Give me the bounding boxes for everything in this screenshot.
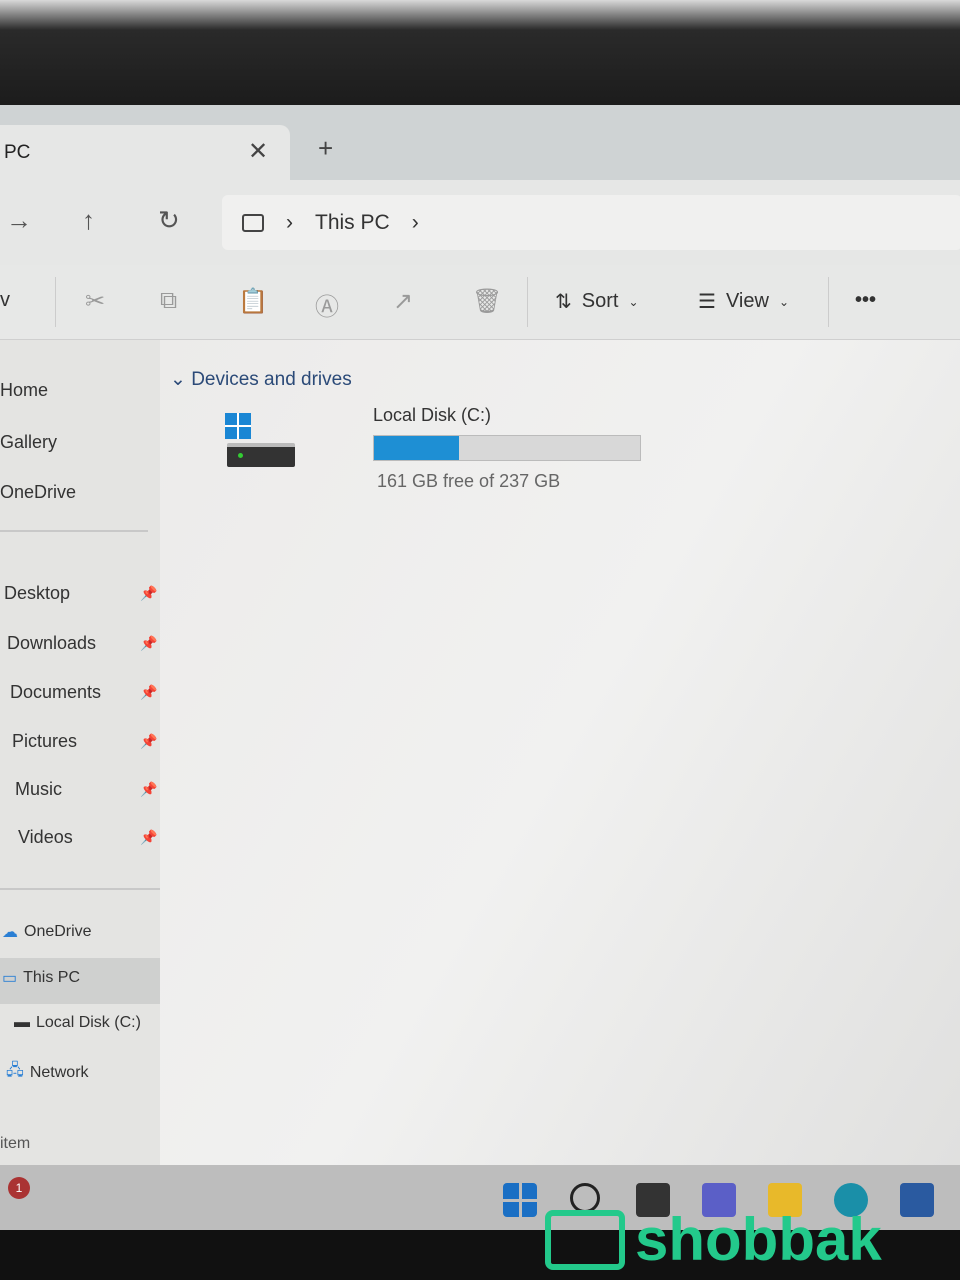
pin-icon[interactable]: 📌	[140, 635, 157, 652]
pin-icon[interactable]: 📌	[140, 829, 157, 846]
tab-title: PC	[4, 141, 31, 163]
paste-icon[interactable]: 📋	[238, 287, 268, 316]
monitor-icon: ▭	[2, 970, 18, 987]
breadcrumb-sep: ›	[411, 210, 419, 234]
sidebar-item-home[interactable]: Home	[0, 380, 48, 401]
breadcrumb-sep: ›	[286, 210, 293, 234]
share-icon[interactable]: ↗	[393, 287, 413, 316]
section-title: Devices and drives	[191, 369, 352, 390]
forward-icon[interactable]: →	[6, 205, 32, 236]
pin-icon[interactable]: 📌	[140, 585, 157, 602]
shobbak-watermark: shobbak	[545, 1205, 882, 1274]
sort-icon: ⇅	[555, 291, 572, 313]
view-icon: ☰	[698, 291, 716, 313]
chevron-down-icon: ⌄	[778, 294, 789, 309]
label: Videos	[18, 827, 73, 847]
divider	[527, 277, 528, 327]
new-tab-button[interactable]: +	[318, 133, 333, 164]
label: This PC	[23, 969, 81, 986]
monitor-icon	[242, 213, 264, 232]
label: Gallery	[0, 432, 58, 452]
label: Local Disk (C:)	[36, 1014, 141, 1031]
watermark-text: shobbak	[635, 1206, 882, 1273]
store-icon[interactable]	[900, 1183, 934, 1217]
sidebar-item-network[interactable]: 🖧 Network	[6, 1059, 89, 1086]
label: Network	[29, 1063, 89, 1081]
drive-usage-text: 161 GB free of 237 GB	[377, 471, 561, 491]
drive-usage-bar	[373, 435, 641, 461]
pin-icon[interactable]: 📌	[140, 684, 157, 701]
view-button[interactable]: ☰ View ⌄	[698, 289, 789, 314]
rename-icon[interactable]: Ⓐ	[315, 287, 339, 322]
divider	[0, 530, 148, 532]
drive-icon: ▬	[14, 1014, 30, 1031]
command-bar: v ✂ ⧉ 📋 Ⓐ ↗ 🗑 ⇅ Sort ⌄ ☰ View ⌄ •••	[0, 265, 960, 340]
address-row: → ↑ ↻ › This PC ›	[0, 180, 960, 265]
pin-icon[interactable]: 📌	[140, 733, 157, 750]
monitor-bezel	[0, 0, 960, 110]
network-icon: 🖧	[6, 1062, 24, 1079]
sidebar-item-gallery[interactable]: Gallery	[0, 432, 57, 453]
notification-badge[interactable]: 1	[8, 1177, 30, 1199]
label: OneDrive	[0, 482, 77, 502]
windows-start-icon[interactable]	[503, 1183, 537, 1217]
drive-name: Local Disk (C:)	[373, 405, 492, 425]
sidebar-item-music[interactable]: Music	[15, 779, 62, 800]
label: Home	[0, 380, 49, 400]
up-icon[interactable]: ↑	[82, 205, 95, 236]
refresh-icon[interactable]: ↻	[158, 205, 180, 236]
cloud-icon: ☁	[2, 924, 18, 941]
cut-icon[interactable]: ✂	[85, 287, 105, 316]
close-tab-icon[interactable]: ✕	[248, 137, 268, 166]
copy-icon[interactable]: ⧉	[160, 287, 177, 315]
sort-label: Sort	[581, 290, 619, 312]
drive-usage-fill	[374, 436, 460, 460]
navigation-pane: Home Gallery OneDrive Desktop 📌 Downloads…	[0, 340, 180, 1165]
label: Downloads	[7, 633, 97, 653]
label: OneDrive	[24, 923, 92, 940]
sidebar-item-desktop[interactable]: Desktop	[4, 583, 70, 604]
content-pane: ⌄ Devices and drives Local Disk (C:) 161…	[160, 340, 960, 1165]
label: Music	[15, 779, 63, 799]
shobbak-logo-icon	[545, 1209, 625, 1270]
sidebar-item-onedrive-tree[interactable]: ☁ OneDrive	[2, 922, 92, 942]
new-dropdown[interactable]: v	[0, 289, 10, 312]
label: Pictures	[12, 731, 78, 751]
label: Desktop	[4, 583, 71, 603]
tab-bar: PC ✕ +	[0, 105, 960, 180]
sidebar-item-videos[interactable]: Videos	[18, 827, 73, 848]
sidebar-item-downloads[interactable]: Downloads	[7, 633, 96, 654]
file-explorer-window: PC ✕ + → ↑ ↻ › This PC › v ✂ ⧉ 📋 Ⓐ ↗ 🗑 ⇅ S…	[0, 105, 960, 1230]
breadcrumb[interactable]: › This PC ›	[222, 195, 960, 250]
sidebar-item-onedrive[interactable]: OneDrive	[0, 482, 76, 503]
sidebar-item-documents[interactable]: Documents	[10, 682, 101, 703]
sidebar-item-local-disk[interactable]: ▬ Local Disk (C:)	[14, 1014, 141, 1032]
divider	[828, 277, 829, 327]
chevron-down-icon: ⌄	[170, 369, 192, 390]
sort-button[interactable]: ⇅ Sort ⌄	[555, 289, 639, 314]
chevron-down-icon: ⌄	[628, 294, 639, 309]
divider	[0, 888, 165, 890]
breadcrumb-this-pc[interactable]: This PC	[315, 211, 390, 235]
divider	[55, 277, 56, 327]
more-options-icon[interactable]: •••	[855, 289, 876, 312]
label: Documents	[10, 682, 102, 702]
view-label: View	[725, 290, 769, 312]
sidebar-item-pictures[interactable]: Pictures	[12, 731, 77, 752]
tab-this-pc[interactable]: PC ✕	[0, 125, 290, 180]
pin-icon[interactable]: 📌	[140, 781, 157, 798]
delete-icon[interactable]: 🗑	[472, 287, 502, 316]
section-devices-and-drives[interactable]: ⌄ Devices and drives	[170, 368, 352, 391]
windows-drive-icon	[225, 413, 297, 469]
sidebar-item-this-pc[interactable]: ▭ This PC	[2, 968, 80, 988]
status-bar-text: item	[0, 1135, 31, 1152]
